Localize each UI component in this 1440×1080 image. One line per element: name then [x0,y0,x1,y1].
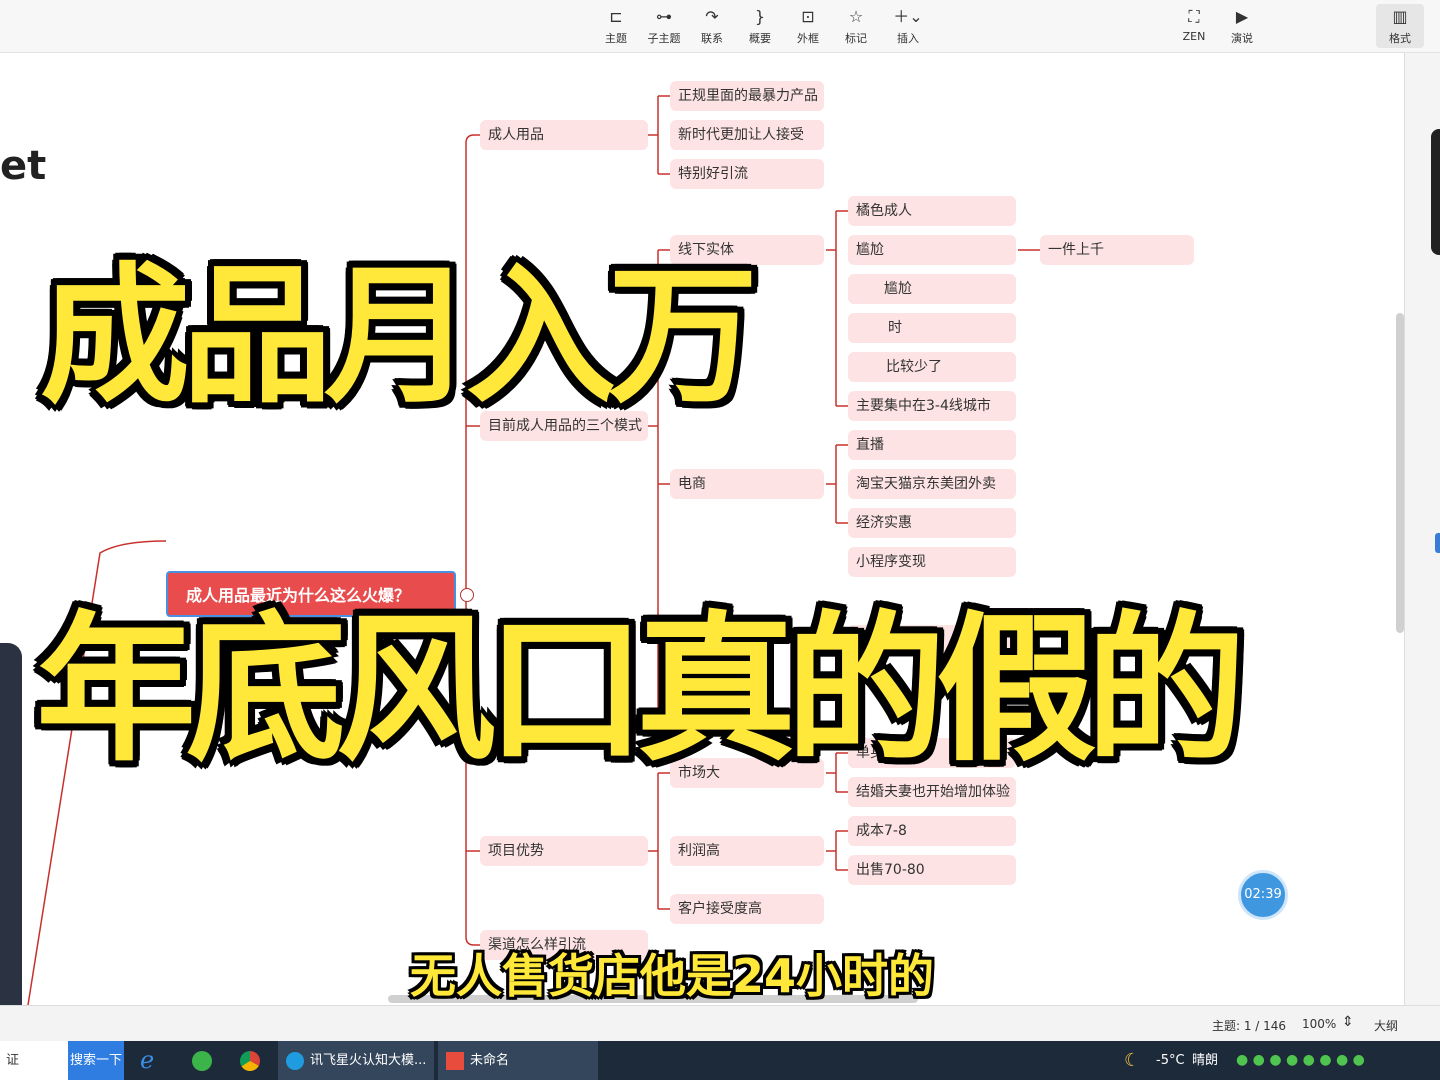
overlay-headline-1: 成品月入万 [40,250,758,424]
present-label: 演说 [1231,32,1253,45]
node-l3[interactable]: 出售70-80 [848,855,1016,885]
corner-text: et [0,143,47,189]
mindmap-canvas[interactable]: et 成人用品 目前成人用品的三个模式 项目优势 渠道怎么样引流 正规里面的最暴… [0,53,1404,1005]
status-bar: 主题: 1 / 146 100% ⇕ 大纲 [0,1005,1440,1042]
topic-count: 主题: 1 / 146 [1212,1019,1287,1033]
insert-label: 插入 [897,32,919,45]
node-l3[interactable]: 直播 [848,430,1016,460]
weather-temp: -5°C [1156,1053,1185,1068]
search-input[interactable]: 证 [0,1041,68,1080]
node-l3[interactable]: 比较少了 [848,352,1016,382]
branch-advantages[interactable]: 项目优势 [480,836,648,866]
ie-icon[interactable]: ℯ [140,1041,154,1080]
subtopic-label: 子主题 [647,32,681,45]
format-label: 格式 [1389,32,1411,45]
presenter-image [0,643,22,1005]
toolbar: ⊏ 主题 ⊶ 子主题 ↷ 联系 } 概要 ⊡ 外框 ☆ 标记 ＋⌄ 插入 ⛶ Z… [0,0,1440,53]
node-l2[interactable]: 新时代更加让人接受 [670,120,824,150]
chrome-icon[interactable] [240,1041,260,1080]
node-l3[interactable]: 尴尬 [848,274,1016,304]
moon-icon: ☾ [1124,1050,1141,1071]
zoom-stepper-icon[interactable]: ⇕ [1342,1014,1354,1030]
node-l3[interactable]: 尴尬 [848,235,1016,265]
video-subtitle: 无人售货店他是24小时的 [410,949,935,1003]
topic-label: 主题 [605,32,627,45]
subtopic-button[interactable]: ⊶ 子主题 [640,8,688,46]
format-icon: ▥ [1392,7,1408,26]
boundary-label: 外框 [797,32,819,45]
taskbar-item-label: 讯飞星火认知大模... [310,1053,427,1068]
green-app-icon[interactable] [192,1041,212,1080]
subtopic-icon: ⊶ [656,7,672,26]
node-l3[interactable]: 主要集中在3-4线城市 [848,391,1016,421]
timer-badge[interactable]: 02:39 [1238,870,1288,920]
tray-icons[interactable]: ● ● ● ● ● ● ● ● [1236,1041,1365,1080]
taskbar-item-xmind[interactable]: 未命名 [438,1041,598,1080]
style-preview[interactable] [1431,129,1440,255]
node-l3[interactable]: 时 [848,313,1016,343]
summary-label: 概要 [749,32,771,45]
branch-adult-products[interactable]: 成人用品 [480,120,648,150]
taskbar: 证 搜索一下 ℯ 讯飞星火认知大模... 未命名 ☾ -5°C 晴朗 ● ● ●… [0,1041,1440,1080]
summary-button[interactable]: } 概要 [736,8,784,46]
toggle-switch[interactable] [1435,533,1440,553]
node-l3[interactable]: 成本7-8 [848,816,1016,846]
node-l2[interactable]: 特别好引流 [670,159,824,189]
outline-button[interactable]: 大纲 [1374,1017,1398,1034]
marker-icon: ☆ [848,7,864,26]
node-l2[interactable]: 利润高 [670,836,824,866]
insert-icon: ＋⌄ [893,7,923,26]
node-l3[interactable]: 橘色成人 [848,196,1016,226]
node-l2[interactable]: 客户接受度高 [670,894,824,924]
marker-label: 标记 [845,32,867,45]
xmind-icon [446,1051,464,1070]
node-l2[interactable]: 电商 [670,469,824,499]
node-l3[interactable]: 淘宝天猫京东美团外卖 [848,469,1016,499]
vertical-scrollbar[interactable] [1396,313,1404,633]
taskbar-item-edge[interactable]: 讯飞星火认知大模... [278,1041,434,1080]
node-l2[interactable]: 正规里面的最暴力产品 [670,81,824,111]
present-button[interactable]: ▶ 演说 [1218,8,1266,46]
boundary-icon: ⊡ [801,7,815,26]
overlay-headline-2: 年底风口真的假的 [36,596,1246,783]
insert-button[interactable]: ＋⌄ 插入 [884,8,932,46]
relation-icon: ↷ [705,7,719,26]
topic-button[interactable]: ⊏ 主题 [592,8,640,46]
marker-button[interactable]: ☆ 标记 [832,8,880,46]
zen-label: ZEN [1182,30,1206,43]
node-l3[interactable]: 经济实惠 [848,508,1016,538]
summary-icon: } [754,7,766,26]
zoom-level[interactable]: 100% [1302,1017,1336,1031]
weather-text: 晴朗 [1192,1053,1219,1068]
node-l4[interactable]: 一件上千 [1040,235,1194,265]
zen-button[interactable]: ⛶ ZEN [1170,7,1218,44]
present-icon: ▶ [1235,7,1249,26]
search-button[interactable]: 搜索一下 [68,1041,124,1080]
taskbar-item-label: 未命名 [470,1053,510,1068]
topic-icon: ⊏ [609,7,623,26]
relation-button[interactable]: ↷ 联系 [688,8,736,46]
zen-icon: ⛶ [1188,7,1200,26]
boundary-button[interactable]: ⊡ 外框 [784,8,832,46]
format-button[interactable]: ▥ 格式 [1376,4,1424,48]
edge-icon [286,1051,304,1070]
format-panel [1404,53,1440,1005]
relation-label: 联系 [701,32,723,45]
